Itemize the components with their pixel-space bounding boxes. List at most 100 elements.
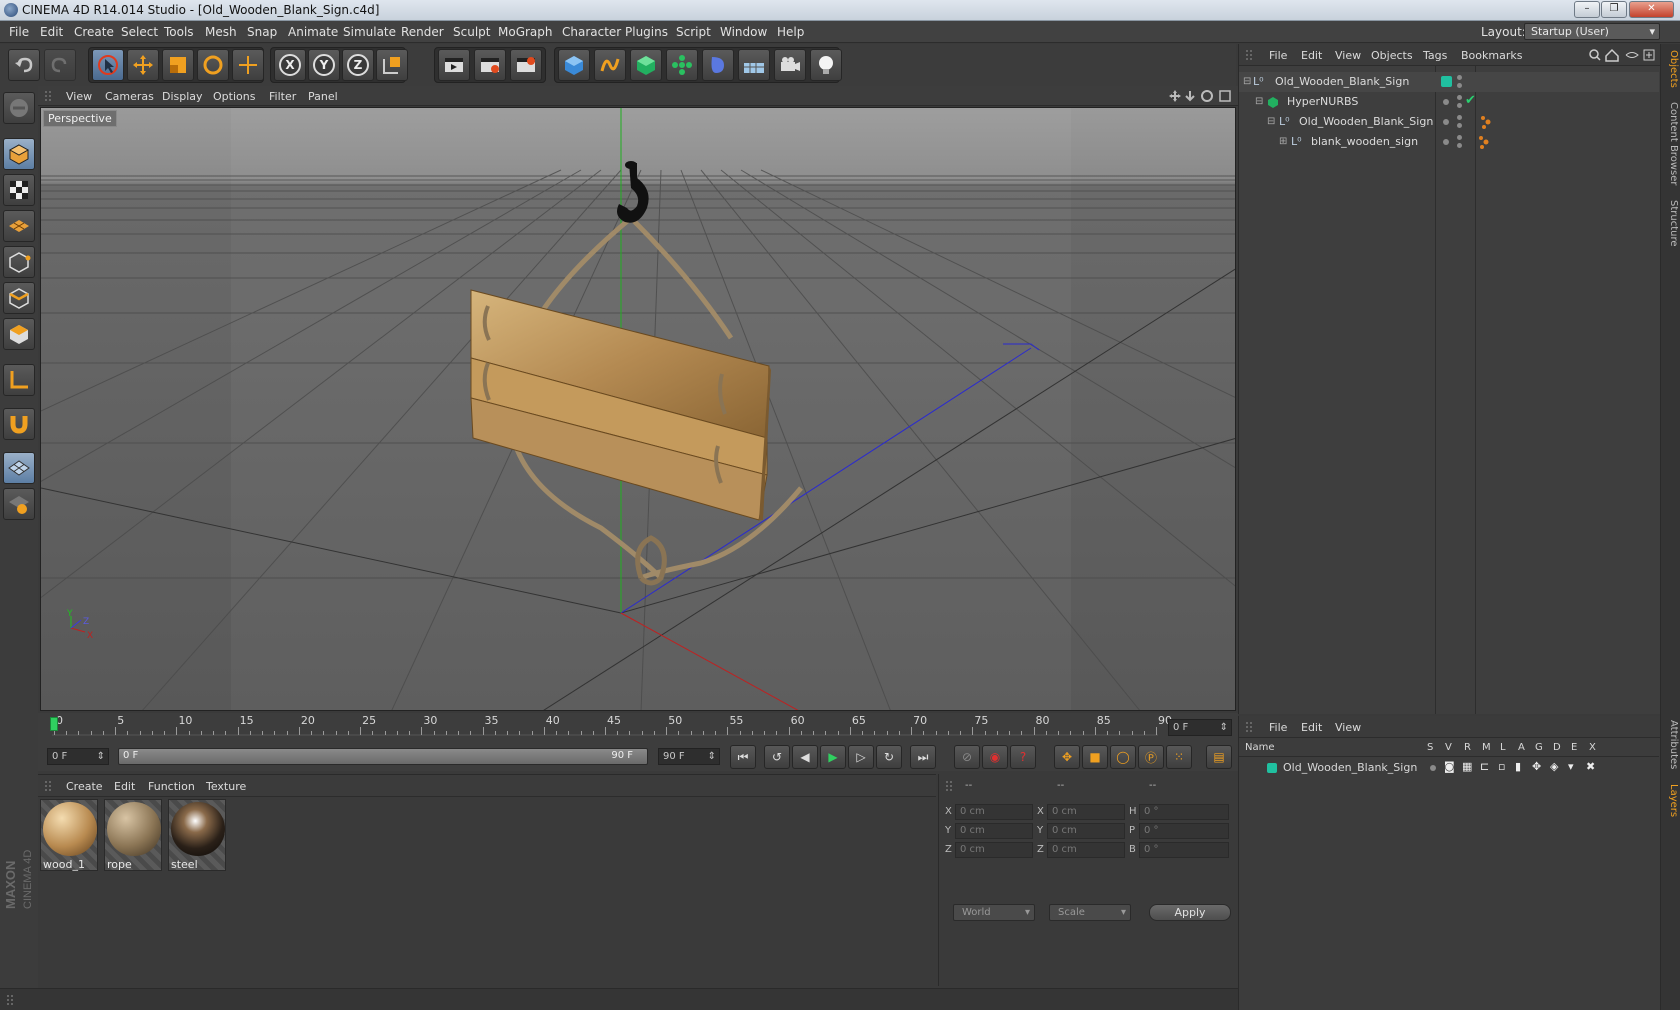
go-to-end-button[interactable]: ⏭ [910,745,936,769]
om-menu-file[interactable]: File [1269,49,1287,62]
render-dot[interactable] [1457,103,1462,108]
menu-window[interactable]: Window [720,25,767,39]
viewport[interactable]: Y X Z Perspective [40,107,1236,711]
viewport-menu-filter[interactable]: Filter [269,90,296,103]
maximize-button[interactable]: ❐ [1601,1,1627,18]
record-keys-button[interactable]: ⊘ [954,745,980,769]
undo-button[interactable] [8,49,40,81]
enabled-check-icon[interactable]: ✔ [1465,93,1476,108]
om-menu-view[interactable]: View [1335,49,1361,62]
start-frame-field[interactable]: 0 F ⇕ [47,748,109,765]
key-parameter-button[interactable]: Ⓟ [1138,745,1164,769]
column-xref[interactable]: X [1589,742,1596,753]
column-manager[interactable]: M [1482,742,1491,753]
previous-key-button[interactable]: ↺ [764,745,790,769]
array-button[interactable] [666,49,698,81]
menu-file[interactable]: File [9,25,29,39]
position-field[interactable]: 0 cm [955,823,1033,839]
object-row[interactable]: ⊟ HyperNURBS ✔ [1239,92,1659,112]
size-field[interactable]: 0 cm [1047,804,1125,820]
material-menu-texture[interactable]: Texture [206,780,246,793]
texture-mode-button[interactable] [3,174,35,206]
manager-icon[interactable]: ⊏ [1480,760,1489,773]
rotation-field[interactable]: 0 ° [1139,823,1229,839]
collapse-icon[interactable]: ⊟ [1243,76,1251,87]
expand-icon[interactable]: ⊞ [1279,136,1287,147]
menu-create[interactable]: Create [74,25,114,39]
column-deformers[interactable]: D [1553,742,1561,753]
menu-select[interactable]: Select [121,25,158,39]
menu-help[interactable]: Help [777,25,804,39]
menu-plugins[interactable]: Plugins [625,25,668,39]
layout-select[interactable]: Startup (User) ▾ [1524,23,1660,40]
lock-icon[interactable]: ▫ [1498,760,1505,773]
deformer-icon[interactable]: ◈ [1550,760,1558,773]
y-axis-button[interactable]: Y [308,49,340,81]
column-render[interactable]: R [1464,742,1471,753]
material-menu-create[interactable]: Create [66,780,103,793]
rotation-field[interactable]: 0 ° [1139,804,1229,820]
coordinate-mode-select[interactable]: World ▾ [953,904,1035,921]
material-swatch[interactable]: wood_1 [40,799,98,871]
viewport-menu-display[interactable]: Display [162,90,203,103]
layer-menu-edit[interactable]: Edit [1301,721,1322,734]
xref-icon[interactable]: ✖ [1586,760,1595,773]
collapse-icon[interactable]: ⊟ [1255,96,1263,107]
visibility-dot[interactable] [1457,95,1462,100]
current-frame-field[interactable]: 0 F ⇕ [1168,719,1232,736]
menu-snap[interactable]: Snap [247,25,277,39]
render-picture-viewer-button[interactable] [474,49,506,81]
menu-sculpt[interactable]: Sculpt [453,25,490,39]
render-icon[interactable]: ▦ [1462,760,1472,773]
range-slider[interactable]: 0 F 90 F [118,748,648,765]
previous-frame-button[interactable]: ◀ [792,745,818,769]
edges-mode-button[interactable] [3,282,35,314]
menu-script[interactable]: Script [676,25,711,39]
size-field[interactable]: 0 cm [1047,842,1125,858]
visibility-dot[interactable] [1457,135,1462,140]
editor-visibility-dot[interactable] [1443,139,1449,145]
position-field[interactable]: 0 cm [955,804,1033,820]
play-button[interactable]: ▶ [820,745,846,769]
deformer-button[interactable] [702,49,734,81]
light-button[interactable] [810,49,842,81]
material-menu-function[interactable]: Function [148,780,195,793]
menu-mograph[interactable]: MoGraph [498,25,553,39]
layer-menu-view[interactable]: View [1335,721,1361,734]
visibility-dot[interactable] [1457,115,1462,120]
material-tag-icon[interactable] [1479,114,1493,130]
viewport-menu-view[interactable]: View [66,90,92,103]
points-mode-button[interactable] [3,246,35,278]
render-settings-button[interactable] [510,49,542,81]
menu-render[interactable]: Render [401,25,444,39]
spline-pen-button[interactable] [594,49,626,81]
apply-button[interactable]: Apply [1149,904,1231,921]
material-menu-edit[interactable]: Edit [114,780,135,793]
key-rotation-button[interactable]: ◯ [1110,745,1136,769]
object-row[interactable]: ⊟ Ⅼ⁰ Old_Wooden_Blank_Sign [1239,72,1659,92]
snap-grid-button[interactable] [3,452,35,484]
om-menu-edit[interactable]: Edit [1301,49,1322,62]
next-frame-button[interactable]: ▷ [848,745,874,769]
go-to-start-button[interactable]: ⏮ [730,745,756,769]
visibility-dot[interactable] [1457,75,1462,80]
viewport-menu-options[interactable]: Options [213,90,255,103]
redo-button[interactable] [44,49,76,81]
axis-mode-button[interactable] [3,364,35,396]
timeline[interactable]: 0 5 10 15 20 25 30 35 40 45 50 55 60 65 70 75 80 85 90 0 F… [38,713,1238,743]
layer-row[interactable]: Old_Wooden_Blank_Sign ◙ ▦ ⊏ ▫ ▮ ✥ ◈ ▾ ✖ [1239,759,1659,777]
coordinate-system-button[interactable] [376,49,408,81]
next-key-button[interactable]: ↻ [876,745,902,769]
editor-visibility-dot[interactable] [1443,99,1449,105]
tab-objects[interactable]: Objects [1663,50,1679,88]
viewport-menu-cameras[interactable]: Cameras [105,90,154,103]
end-frame-field[interactable]: 90 F ⇕ [658,748,720,765]
size-mode-select[interactable]: Scale ▾ [1049,904,1131,921]
lock-workplane-button[interactable] [3,488,35,520]
menu-character[interactable]: Character [562,25,621,39]
layer-color-swatch[interactable] [1267,763,1277,773]
om-menu-objects[interactable]: Objects [1371,49,1413,62]
tab-content-browser[interactable]: Content Browser [1663,102,1679,185]
menu-animate[interactable]: Animate [288,25,338,39]
column-view[interactable]: V [1445,742,1452,753]
